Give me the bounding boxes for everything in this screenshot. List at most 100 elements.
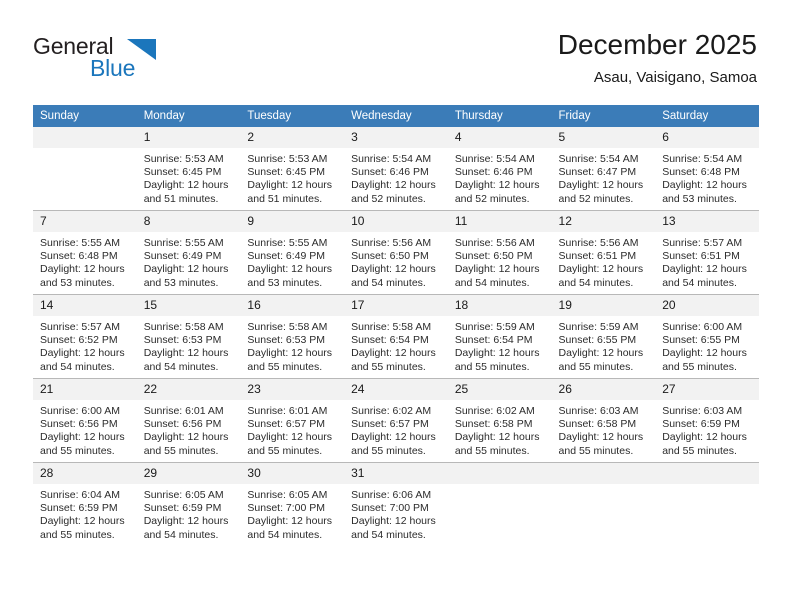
day-number: [551, 463, 656, 484]
calendar-day-cell-empty: [33, 127, 137, 211]
day-number: 26: [551, 379, 656, 400]
daylight-text-line2: and 53 minutes.: [247, 276, 323, 289]
day-details: Sunrise: 5:54 AM Sunset: 6:46 PM Daylight:…: [344, 148, 448, 206]
calendar-day-cell[interactable]: 29 Sunrise: 6:05 AM Sunset: 6:59 PM Dayligh…: [136, 462, 241, 546]
day-number: 7: [33, 211, 137, 232]
sunrise-text: Sunrise: 5:53 AM: [247, 153, 328, 165]
daylight-text-line2: and 55 minutes.: [351, 444, 426, 457]
day-number: 12: [551, 211, 656, 232]
calendar-day-cell[interactable]: 4 Sunrise: 5:54 AM Sunset: 6:46 PM Daylight…: [447, 127, 552, 211]
weekday-header-monday: Monday: [136, 105, 241, 127]
calendar-day-cell[interactable]: 13 Sunrise: 5:57 AM Sunset: 6:51 PM Dayligh…: [655, 210, 759, 295]
calendar-day-cell[interactable]: 8 Sunrise: 5:55 AM Sunset: 6:49 PM Daylight…: [136, 210, 241, 295]
calendar-day-cell[interactable]: 31 Sunrise: 6:06 AM Sunset: 7:00 PM Dayligh…: [344, 462, 448, 546]
calendar-week-row: 21 Sunrise: 6:00 AM Sunset: 6:56 PM Dayligh…: [33, 378, 759, 463]
sunrise-text: Sunrise: 5:54 AM: [662, 153, 743, 165]
day-details: Sunrise: 5:59 AM Sunset: 6:54 PM Daylight:…: [448, 316, 552, 374]
calendar-day-cell[interactable]: 16 Sunrise: 5:58 AM Sunset: 6:53 PM Dayligh…: [240, 294, 345, 379]
sunrise-text: Sunrise: 6:04 AM: [40, 489, 120, 501]
logo-text-blue: Blue: [90, 55, 136, 81]
sunrise-text: Sunrise: 5:55 AM: [40, 237, 120, 249]
calendar-day-cell[interactable]: 6 Sunrise: 5:54 AM Sunset: 6:48 PM Daylight…: [655, 127, 759, 211]
day-details: Sunrise: 5:55 AM Sunset: 6:48 PM Daylight:…: [33, 232, 137, 290]
page-subtitle: Asau, Vaisigano, Samoa: [593, 69, 757, 86]
daylight-text-line1: Daylight: 12 hours: [454, 263, 540, 276]
daylight-text-line1: Daylight: 12 hours: [40, 431, 125, 444]
sunrise-text: Sunrise: 5:54 AM: [351, 153, 432, 165]
daylight-text-line2: and 55 minutes.: [40, 444, 115, 457]
calendar-day-cell[interactable]: 22 Sunrise: 6:01 AM Sunset: 6:56 PM Dayligh…: [136, 378, 241, 463]
day-number: 28: [33, 463, 137, 484]
daylight-text-line1: Daylight: 12 hours: [143, 515, 229, 528]
calendar-day-cell[interactable]: 25 Sunrise: 6:02 AM Sunset: 6:58 PM Dayligh…: [447, 378, 552, 463]
day-details: Sunrise: 6:02 AM Sunset: 6:57 PM Daylight:…: [344, 400, 448, 458]
calendar-day-cell[interactable]: 30 Sunrise: 6:05 AM Sunset: 7:00 PM Dayligh…: [240, 462, 345, 546]
sunrise-text: Sunrise: 5:59 AM: [454, 321, 535, 333]
daylight-text-line2: and 54 minutes.: [558, 276, 634, 289]
daylight-text-line1: Daylight: 12 hours: [558, 263, 644, 276]
day-number: 23: [240, 379, 345, 400]
day-details: Sunrise: 5:57 AM Sunset: 6:51 PM Daylight:…: [655, 232, 759, 290]
sunrise-text: Sunrise: 6:01 AM: [143, 405, 224, 417]
day-number: 13: [655, 211, 759, 232]
general-blue-logo[interactable]: General Blue: [33, 33, 163, 83]
calendar-day-cell[interactable]: 19 Sunrise: 5:59 AM Sunset: 6:55 PM Dayligh…: [551, 294, 656, 379]
calendar-day-cell[interactable]: 26 Sunrise: 6:03 AM Sunset: 6:58 PM Dayligh…: [551, 378, 656, 463]
calendar-day-cell[interactable]: 20 Sunrise: 6:00 AM Sunset: 6:55 PM Dayligh…: [655, 294, 759, 379]
daylight-text-line1: Daylight: 12 hours: [558, 179, 644, 192]
calendar-day-cell[interactable]: 12 Sunrise: 5:56 AM Sunset: 6:51 PM Dayligh…: [551, 210, 656, 295]
daylight-text-line2: and 54 minutes.: [351, 528, 426, 541]
daylight-text-line2: and 55 minutes.: [247, 360, 323, 373]
sunset-text: Sunset: 6:59 PM: [40, 502, 118, 515]
calendar-day-cell[interactable]: 7 Sunrise: 5:55 AM Sunset: 6:48 PM Daylight…: [33, 210, 137, 295]
sunset-text: Sunset: 6:50 PM: [351, 250, 429, 263]
day-number: 29: [136, 463, 241, 484]
calendar-day-cell[interactable]: 24 Sunrise: 6:02 AM Sunset: 6:57 PM Dayligh…: [344, 378, 448, 463]
sunset-text: Sunset: 6:53 PM: [247, 334, 326, 347]
sunrise-text: Sunrise: 6:03 AM: [662, 405, 743, 417]
sunset-text: Sunset: 6:56 PM: [143, 418, 222, 431]
sunset-text: Sunset: 6:45 PM: [143, 166, 222, 179]
sunset-text: Sunset: 6:46 PM: [454, 166, 533, 179]
sunrise-text: Sunrise: 5:58 AM: [351, 321, 432, 333]
calendar-day-cell[interactable]: 10 Sunrise: 5:56 AM Sunset: 6:50 PM Dayligh…: [344, 210, 448, 295]
day-number: 19: [551, 295, 656, 316]
calendar-day-cell[interactable]: 18 Sunrise: 5:59 AM Sunset: 6:54 PM Dayligh…: [447, 294, 552, 379]
calendar-day-cell[interactable]: 3 Sunrise: 5:54 AM Sunset: 6:46 PM Daylight…: [344, 127, 448, 211]
day-number: 14: [33, 295, 137, 316]
page-title: December 2025: [557, 29, 757, 60]
calendar-day-cell[interactable]: 5 Sunrise: 5:54 AM Sunset: 6:47 PM Daylight…: [551, 127, 656, 211]
daylight-text-line2: and 55 minutes.: [558, 360, 634, 373]
calendar-day-cell[interactable]: 2 Sunrise: 5:53 AM Sunset: 6:45 PM Daylight…: [240, 127, 345, 211]
daylight-text-line2: and 53 minutes.: [40, 276, 115, 289]
sunset-text: Sunset: 6:50 PM: [454, 250, 533, 263]
day-details: Sunrise: 5:56 AM Sunset: 6:51 PM Daylight:…: [552, 232, 656, 290]
day-number: 10: [344, 211, 448, 232]
day-details: Sunrise: 5:58 AM Sunset: 6:53 PM Daylight:…: [240, 316, 344, 374]
day-number: 21: [33, 379, 137, 400]
day-number: 18: [447, 295, 552, 316]
daylight-text-line2: and 54 minutes.: [454, 276, 530, 289]
calendar-day-cell[interactable]: 23 Sunrise: 6:01 AM Sunset: 6:57 PM Dayligh…: [240, 378, 345, 463]
calendar-day-cell[interactable]: 14 Sunrise: 5:57 AM Sunset: 6:52 PM Dayligh…: [33, 294, 137, 379]
weekday-header-sunday: Sunday: [33, 105, 137, 127]
day-number: 2: [240, 127, 345, 148]
day-number: 6: [655, 127, 759, 148]
sunset-text: Sunset: 6:45 PM: [247, 166, 326, 179]
daylight-text-line2: and 55 minutes.: [143, 444, 219, 457]
calendar-day-cell[interactable]: 21 Sunrise: 6:00 AM Sunset: 6:56 PM Dayligh…: [33, 378, 137, 463]
daylight-text-line1: Daylight: 12 hours: [143, 263, 229, 276]
daylight-text-line1: Daylight: 12 hours: [454, 179, 540, 192]
sunrise-text: Sunrise: 6:02 AM: [454, 405, 535, 417]
calendar-day-cell[interactable]: 15 Sunrise: 5:58 AM Sunset: 6:53 PM Dayligh…: [136, 294, 241, 379]
calendar-day-cell[interactable]: 11 Sunrise: 5:56 AM Sunset: 6:50 PM Dayligh…: [447, 210, 552, 295]
calendar-day-cell[interactable]: 28 Sunrise: 6:04 AM Sunset: 6:59 PM Dayligh…: [33, 462, 137, 546]
daylight-text-line2: and 55 minutes.: [351, 360, 426, 373]
calendar-day-cell[interactable]: 27 Sunrise: 6:03 AM Sunset: 6:59 PM Dayligh…: [655, 378, 759, 463]
calendar-day-cell[interactable]: 17 Sunrise: 5:58 AM Sunset: 6:54 PM Dayligh…: [344, 294, 448, 379]
calendar-day-cell[interactable]: 9 Sunrise: 5:55 AM Sunset: 6:49 PM Daylight…: [240, 210, 345, 295]
day-number: 4: [447, 127, 552, 148]
daylight-text-line2: and 52 minutes.: [351, 192, 426, 205]
daylight-text-line2: and 51 minutes.: [143, 192, 219, 205]
calendar-day-cell[interactable]: 1 Sunrise: 5:53 AM Sunset: 6:45 PM Daylight…: [136, 127, 241, 211]
